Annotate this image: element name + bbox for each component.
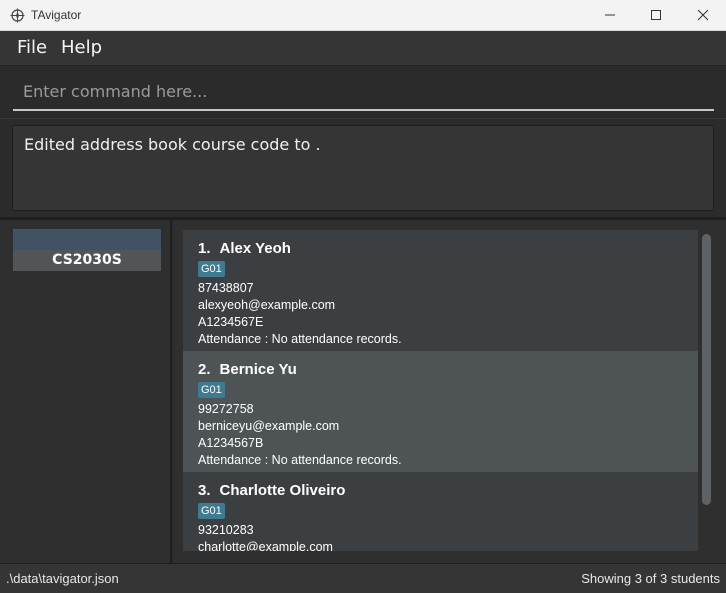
compass-icon	[10, 8, 25, 23]
student-list: 1. Alex Yeoh G01 87438807 alexyeoh@exampl…	[183, 230, 698, 551]
student-email: alexyeoh@example.com	[198, 298, 336, 312]
window-title-bar: TAvigator	[0, 0, 726, 31]
tutorial-group-tag: G01	[198, 503, 225, 519]
course-code: CS2030S	[13, 250, 161, 271]
maximize-button[interactable]	[633, 0, 679, 31]
student-attendance: Attendance : No attendance records.	[198, 332, 402, 346]
student-name-row: 1. Alex Yeoh	[198, 238, 683, 259]
student-index: 1.	[198, 240, 211, 257]
student-name-row: 3. Charlotte Oliveiro	[198, 480, 683, 501]
student-phone: 87438807	[198, 281, 254, 295]
student-email: charlotte@example.com	[198, 540, 333, 551]
menu-bar: File Help	[0, 31, 726, 66]
minimize-icon	[604, 6, 616, 25]
course-card[interactable]: CS2030S	[13, 229, 161, 271]
student-email: berniceyu@example.com	[198, 419, 340, 433]
student-phone: 93210283	[198, 523, 254, 537]
student-card[interactable]: 2. Bernice Yu G01 99272758 berniceyu@exam…	[183, 351, 698, 472]
student-name: Alex Yeoh	[219, 240, 291, 257]
scrollbar-thumb[interactable]	[702, 234, 711, 505]
status-bar: .\data\tavigator.json Showing 3 of 3 stu…	[0, 563, 726, 593]
student-name-row: 2. Bernice Yu	[198, 359, 683, 380]
tutorial-group-tag: G01	[198, 382, 225, 398]
maximize-icon	[650, 6, 662, 25]
tutorial-group-tag: G01	[198, 261, 225, 277]
save-file-path: .\data\tavigator.json	[6, 571, 119, 586]
result-display-container: Edited address book course code to .	[0, 119, 726, 217]
student-phone: 99272758	[198, 402, 254, 416]
student-list-scrollbar[interactable]	[702, 234, 711, 547]
close-icon	[697, 6, 709, 25]
student-index: 3.	[198, 482, 211, 499]
student-list-panel: 1. Alex Yeoh G01 87438807 alexyeoh@exampl…	[174, 220, 726, 563]
student-name: Bernice Yu	[219, 361, 297, 378]
student-attendance: Attendance : No attendance records.	[198, 453, 402, 467]
student-id: A1234567B	[198, 436, 264, 450]
student-index: 2.	[198, 361, 211, 378]
student-name: Charlotte Oliveiro	[219, 482, 346, 499]
course-list-panel: CS2030S	[0, 220, 172, 563]
command-input[interactable]	[13, 73, 714, 111]
result-display[interactable]: Edited address book course code to .	[12, 125, 714, 211]
window-title: TAvigator	[31, 8, 82, 22]
close-button[interactable]	[680, 0, 726, 31]
menu-help[interactable]: Help	[61, 37, 102, 58]
minimize-button[interactable]	[587, 0, 633, 31]
menu-file[interactable]: File	[17, 37, 47, 58]
student-card[interactable]: 1. Alex Yeoh G01 87438807 alexyeoh@exampl…	[183, 230, 698, 351]
student-count: Showing 3 of 3 students	[581, 571, 720, 586]
command-box	[0, 66, 726, 119]
student-card[interactable]: 3. Charlotte Oliveiro G01 93210283 charlo…	[183, 472, 698, 551]
course-card-header	[13, 229, 161, 250]
student-id: A1234567E	[198, 315, 264, 329]
